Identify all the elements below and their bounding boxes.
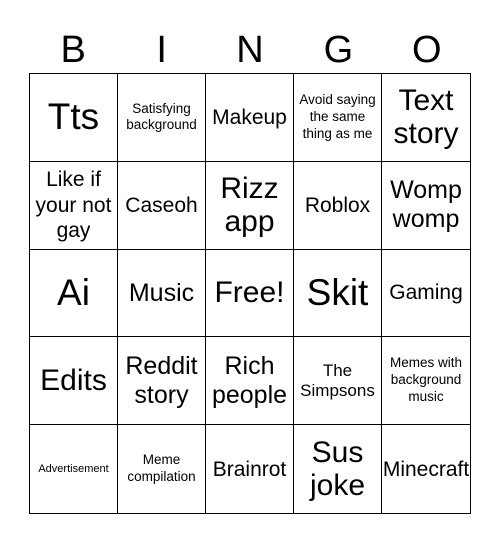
bingo-cell[interactable]: Makeup bbox=[206, 74, 294, 162]
bingo-cell[interactable]: Text story bbox=[382, 74, 470, 162]
bingo-cell[interactable]: Roblox bbox=[294, 161, 382, 250]
header-letter-i: I bbox=[156, 29, 167, 71]
bingo-cell[interactable]: Meme compilation bbox=[118, 425, 206, 513]
bingo-cell[interactable]: Memes with background music bbox=[382, 337, 470, 426]
bingo-cell[interactable]: Gaming bbox=[382, 250, 470, 338]
bingo-cell[interactable]: Tts bbox=[30, 74, 118, 162]
bingo-cell[interactable]: Like if your not gay bbox=[30, 161, 118, 250]
bingo-header: B I N G O bbox=[29, 28, 471, 72]
bingo-cell[interactable]: Brainrot bbox=[206, 425, 294, 513]
bingo-cell[interactable]: Ai bbox=[30, 249, 118, 338]
bingo-cell[interactable]: The Simpsons bbox=[294, 337, 382, 426]
bingo-cell[interactable]: Reddit story bbox=[118, 337, 206, 426]
bingo-cell[interactable]: Rich people bbox=[206, 337, 294, 426]
bingo-cell[interactable]: Avoid saying the same thing as me bbox=[294, 74, 382, 162]
bingo-cell[interactable]: Minecraft bbox=[382, 425, 470, 513]
bingo-cell[interactable]: Womp womp bbox=[382, 162, 470, 250]
bingo-cell[interactable]: Advertisement bbox=[30, 425, 118, 513]
bingo-card-grid: Tts Satisfying background Makeup Avoid sayi… bbox=[29, 73, 471, 514]
header-letter-o: O bbox=[412, 29, 442, 71]
header-letter-b: B bbox=[60, 29, 86, 71]
bingo-cell[interactable]: Free! bbox=[206, 249, 294, 338]
header-letter-g: G bbox=[323, 29, 354, 71]
bingo-cell[interactable]: Skit bbox=[294, 249, 382, 338]
bingo-cell[interactable]: Rizz app bbox=[206, 161, 294, 250]
header-letter-n: N bbox=[236, 29, 264, 71]
bingo-cell[interactable]: Edits bbox=[30, 337, 118, 426]
bingo-cell[interactable]: Caseoh bbox=[118, 161, 206, 250]
bingo-cell[interactable]: Satisfying background bbox=[118, 74, 206, 162]
bingo-cell[interactable]: Music bbox=[118, 249, 206, 338]
bingo-cell[interactable]: Sus joke bbox=[294, 425, 382, 513]
